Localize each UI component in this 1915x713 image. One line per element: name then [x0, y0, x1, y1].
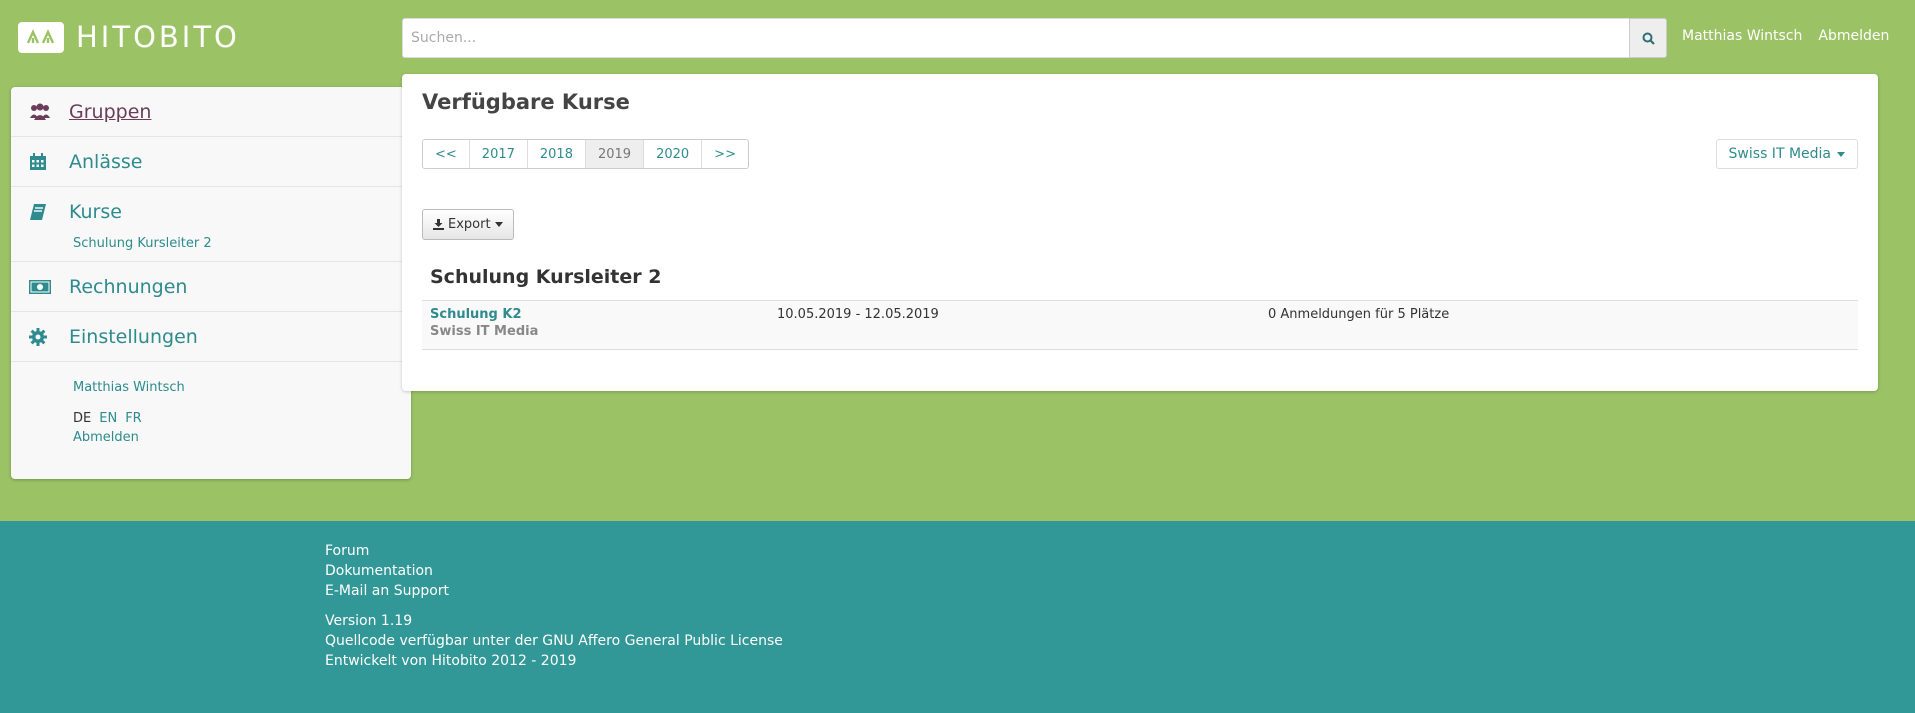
search-input[interactable] — [402, 18, 1629, 58]
search-button[interactable] — [1629, 18, 1667, 58]
pager-prev[interactable]: << — [423, 140, 470, 168]
table-row: Schulung K2 Swiss IT Media 10.05.2019 - … — [422, 300, 1858, 350]
course-group-title: Schulung Kursleiter 2 — [430, 266, 662, 288]
header-logout-link[interactable]: Abmelden — [1818, 28, 1889, 44]
sidebar-item-kurse[interactable]: Kurse Schulung Kursleiter 2 — [11, 187, 411, 262]
download-icon — [433, 219, 444, 230]
page-title: Verfügbare Kurse — [422, 90, 630, 114]
book-icon — [29, 201, 55, 223]
course-organizer: Swiss IT Media — [430, 324, 539, 339]
language-fr-link[interactable]: FR — [125, 411, 142, 426]
sidebar-item-einstellungen[interactable]: Einstellungen — [11, 312, 411, 362]
language-current: DE — [73, 411, 92, 426]
sidebar-item-rechnungen[interactable]: Rechnungen — [11, 262, 411, 312]
sidebar-item-label: Rechnungen — [69, 275, 188, 298]
pager-year-2020[interactable]: 2020 — [644, 140, 703, 168]
pager-year-2017[interactable]: 2017 — [469, 140, 528, 168]
sidebar-item-anlaesse[interactable]: Anlässe — [11, 137, 411, 187]
logo-mark — [18, 21, 64, 53]
header-user-link[interactable]: Matthias Wintsch — [1682, 28, 1802, 44]
course-name-link[interactable]: Schulung K2 — [430, 307, 538, 322]
footer: Forum Dokumentation E-Mail an Support Ve… — [0, 521, 1915, 713]
search-icon — [1642, 32, 1655, 45]
sidebar: Gruppen Anlässe Kurse Schulung Kursleite… — [11, 87, 411, 479]
footer-support-link[interactable]: E-Mail an Support — [325, 581, 449, 601]
caret-down-icon — [494, 222, 503, 227]
year-pager: << 2017 2018 2019 2020 >> — [422, 139, 749, 169]
organization-filter-label: Swiss IT Media — [1728, 146, 1831, 162]
users-icon — [29, 101, 55, 123]
sidebar-item-label: Anlässe — [69, 150, 143, 173]
footer-links: Forum Dokumentation E-Mail an Support — [325, 541, 449, 601]
sidebar-item-label: Einstellungen — [69, 325, 198, 348]
logo-text: HITOBITO — [76, 20, 240, 54]
footer-license: Quellcode verfügbar unter der GNU Affero… — [325, 633, 783, 649]
language-switcher: DE EN FR — [11, 395, 411, 426]
gear-icon — [29, 326, 55, 348]
sidebar-item-label: Gruppen — [69, 100, 152, 123]
header-user-links: Matthias Wintsch Abmelden — [1682, 28, 1889, 44]
course-dates: 10.05.2019 - 12.05.2019 — [777, 307, 939, 322]
pager-next[interactable]: >> — [702, 140, 748, 168]
pager-year-2018[interactable]: 2018 — [527, 140, 586, 168]
footer-forum-link[interactable]: Forum — [325, 541, 449, 561]
money-icon — [29, 276, 55, 298]
sidebar-item-label: Kurse — [69, 200, 122, 223]
sidebar-subitem-course[interactable]: Schulung Kursleiter 2 — [29, 236, 411, 261]
organization-filter-dropdown[interactable]: Swiss IT Media — [1715, 139, 1858, 169]
sidebar-item-gruppen[interactable]: Gruppen — [11, 87, 411, 137]
footer-info: Version 1.19 Quellcode verfügbar unter d… — [325, 611, 783, 671]
export-label: Export — [448, 217, 491, 232]
main-content: Verfügbare Kurse << 2017 2018 2019 2020 … — [402, 74, 1878, 391]
course-registrations: 0 Anmeldungen für 5 Plätze — [1268, 307, 1450, 322]
footer-docs-link[interactable]: Dokumentation — [325, 561, 449, 581]
calendar-icon — [29, 151, 55, 173]
sidebar-logout-link[interactable]: Abmelden — [11, 426, 411, 445]
caret-down-icon — [1837, 151, 1845, 157]
sidebar-user-link[interactable]: Matthias Wintsch — [11, 362, 411, 395]
pager-year-2019[interactable]: 2019 — [585, 140, 645, 168]
logo[interactable]: HITOBITO — [18, 20, 240, 54]
footer-version: Version 1.19 — [325, 613, 413, 629]
language-en-link[interactable]: EN — [99, 411, 117, 426]
search-bar — [402, 18, 1667, 58]
export-button[interactable]: Export — [422, 209, 514, 240]
footer-developed: Entwickelt von Hitobito 2012 - 2019 — [325, 653, 577, 669]
